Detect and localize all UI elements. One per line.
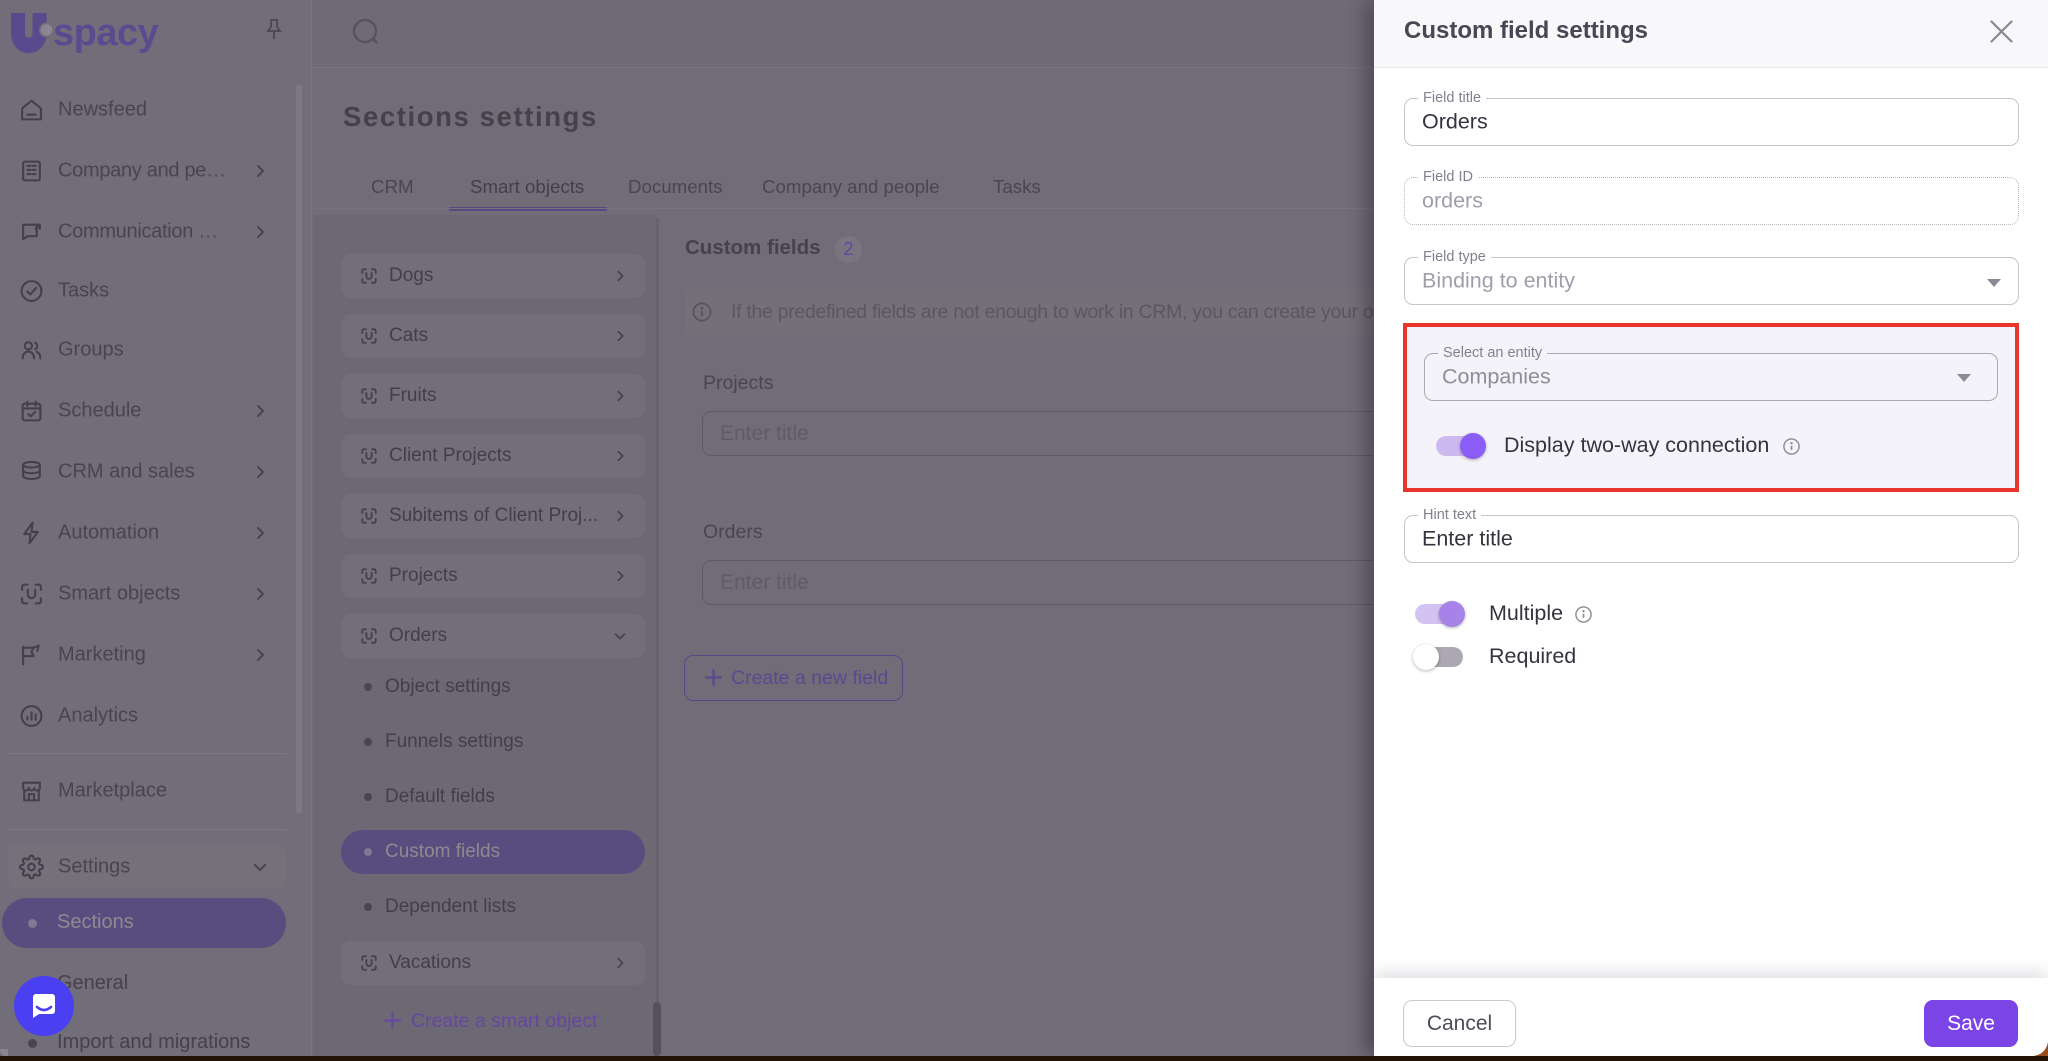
- svg-text:spacy: spacy: [53, 12, 159, 54]
